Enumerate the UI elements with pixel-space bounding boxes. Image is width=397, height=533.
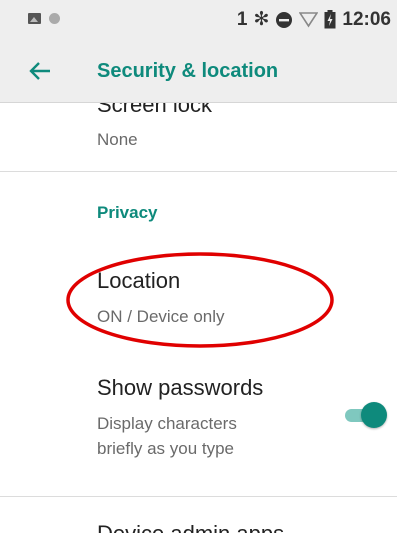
status-bar: 1 ✻ 12:06 [0, 0, 397, 40]
settings-list: Screen lock None Privacy Location ON / D… [0, 103, 397, 533]
dnd-icon [276, 11, 293, 28]
divider [0, 496, 397, 497]
notification-icons [28, 13, 60, 24]
bluetooth-icon: ✻ [253, 9, 270, 30]
back-arrow-icon[interactable] [28, 60, 52, 82]
battery-icon [324, 10, 336, 29]
show-passwords-toggle[interactable] [345, 402, 387, 428]
pref-show-passwords-summary-line1: Display characters [97, 414, 237, 433]
pref-location-title: Location [97, 268, 181, 293]
bluetooth-count: 1 [236, 8, 248, 30]
image-icon [28, 13, 41, 24]
status-indicators: 1 ✻ 12:06 [237, 8, 391, 31]
pref-device-admin-title[interactable]: Device admin apps [97, 521, 284, 533]
circle-icon [49, 13, 60, 24]
pref-screen-lock-title: Screen lock [97, 103, 212, 117]
divider [0, 171, 397, 172]
toggle-thumb [361, 402, 387, 428]
app-bar: Security & location [0, 40, 397, 103]
page-title: Security & location [97, 60, 279, 82]
section-header-privacy: Privacy [97, 203, 158, 222]
pref-location-summary: ON / Device only [97, 307, 225, 326]
wifi-icon [299, 12, 319, 28]
pref-screen-lock-summary: None [97, 130, 138, 149]
clock-time: 12:06 [342, 8, 391, 30]
pref-show-passwords-summary-line2: briefly as you type [97, 439, 235, 458]
pref-show-passwords-title: Show passwords [97, 375, 264, 400]
